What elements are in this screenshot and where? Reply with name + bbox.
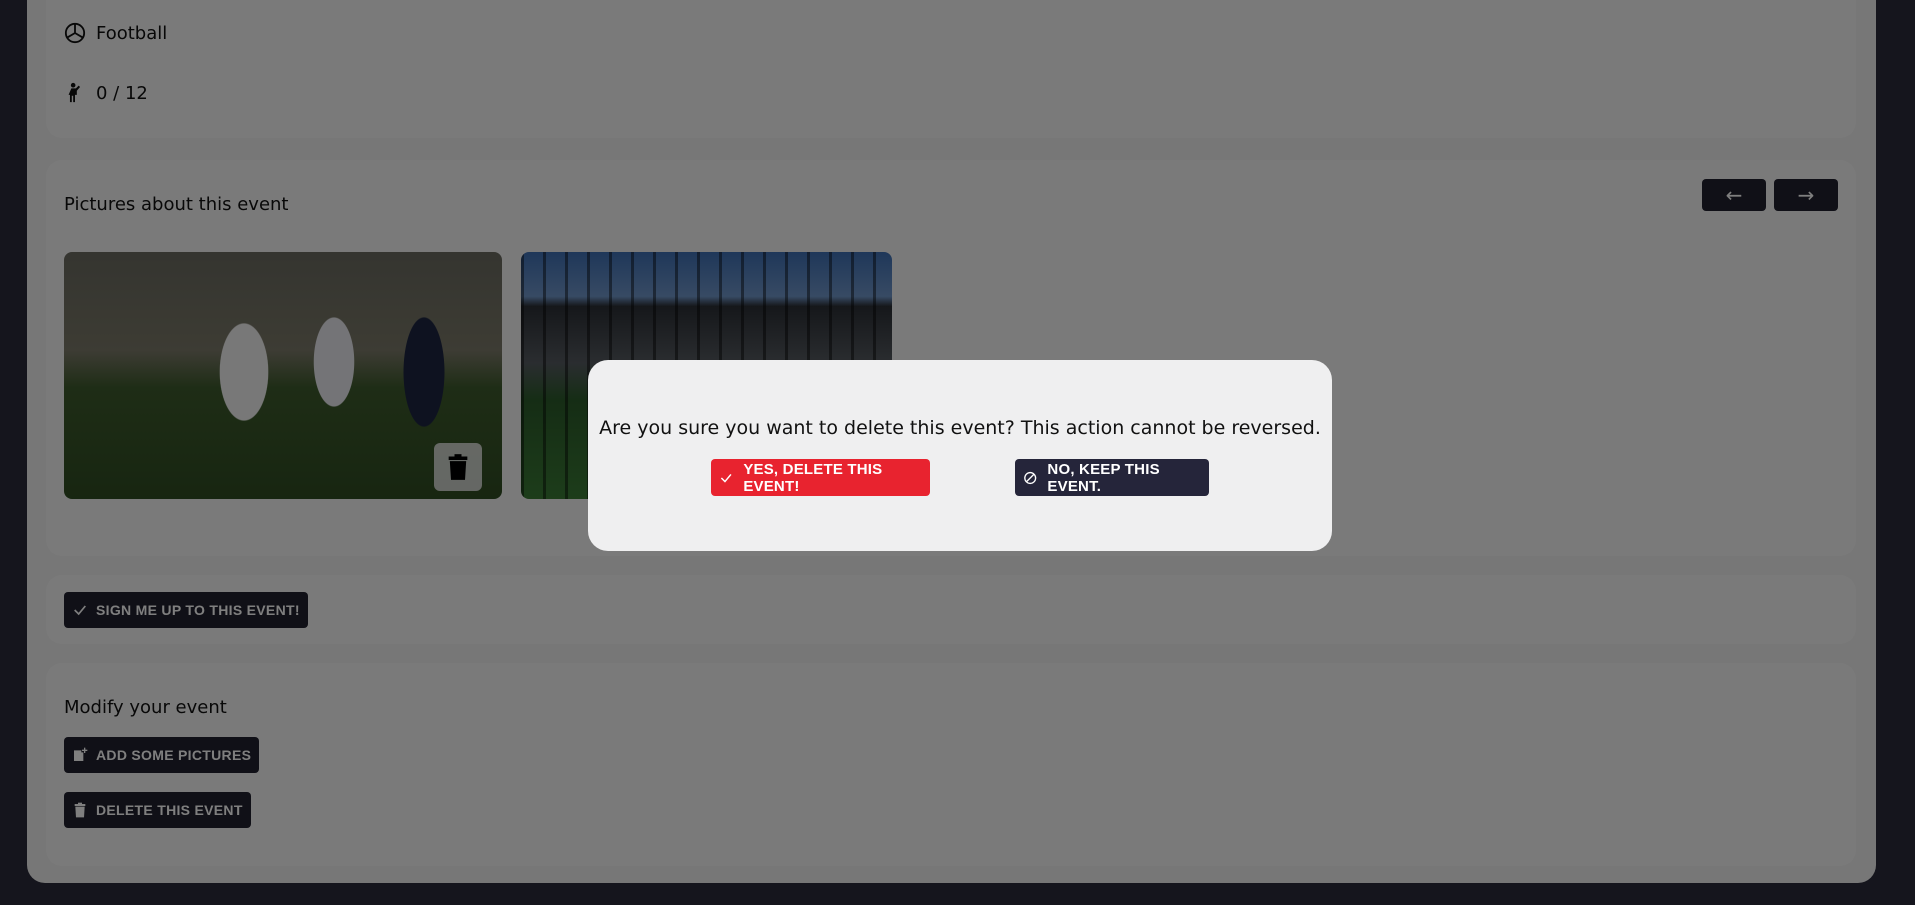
confirm-delete-button[interactable]: YES, DELETE THIS EVENT! (711, 459, 930, 496)
check-icon (720, 473, 732, 483)
dialog-message: Are you sure you want to delete this eve… (599, 417, 1321, 439)
ban-icon (1024, 471, 1037, 484)
delete-confirm-dialog: Are you sure you want to delete this eve… (588, 360, 1332, 551)
confirm-delete-label: YES, DELETE THIS EVENT! (743, 460, 883, 495)
cancel-delete-button[interactable]: NO, KEEP THIS EVENT. (1015, 459, 1209, 496)
cancel-delete-label: NO, KEEP THIS EVENT. (1047, 460, 1160, 495)
